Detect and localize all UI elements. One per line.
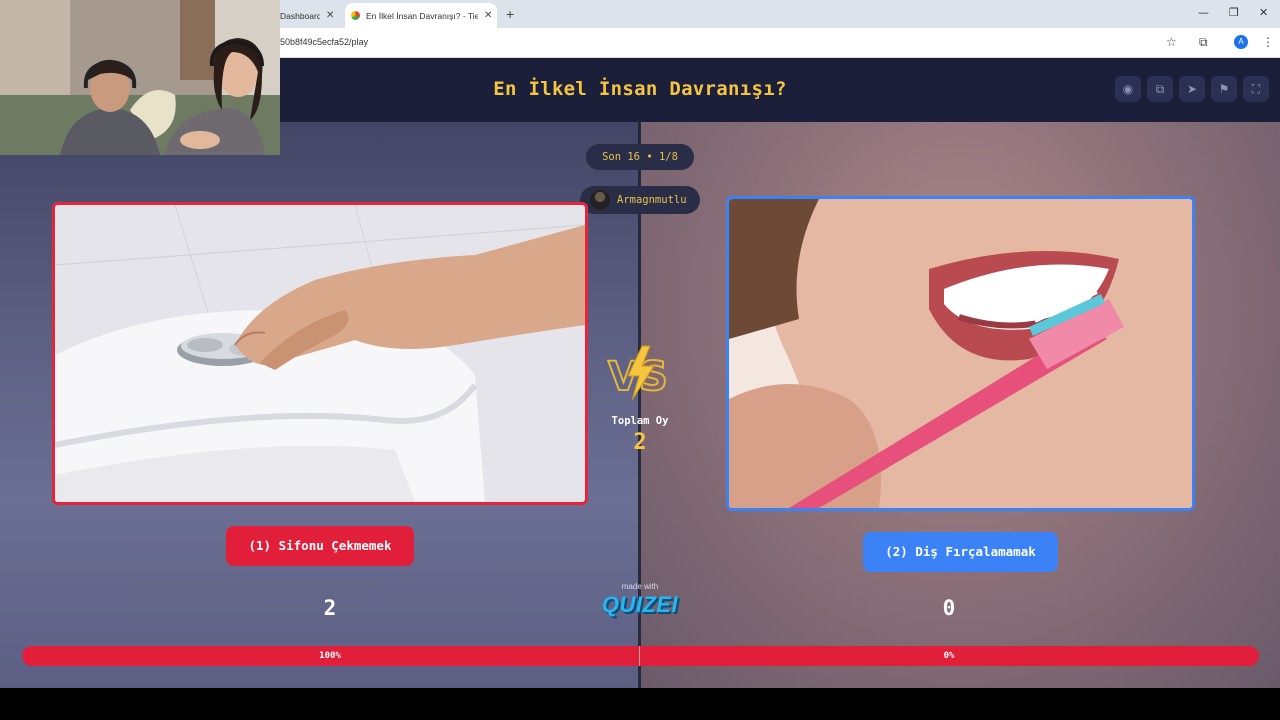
close-tab-icon[interactable]: ✕ bbox=[484, 10, 492, 21]
profile-avatar[interactable]: A bbox=[1234, 35, 1248, 49]
menu-icon[interactable]: ⋮ bbox=[1262, 35, 1274, 49]
option-2-percent: 0% bbox=[943, 651, 955, 661]
option-2-button[interactable]: (2) Diş Fırçalamamak bbox=[863, 532, 1058, 572]
tab-dashboard[interactable]: Dashboard ✕ bbox=[280, 3, 340, 28]
flag-icon[interactable]: ⚑ bbox=[1211, 76, 1237, 102]
close-tab-icon[interactable]: ✕ bbox=[326, 10, 334, 21]
author-avatar bbox=[590, 190, 610, 210]
option-1-votes: 2 bbox=[323, 596, 337, 620]
brand-logo[interactable]: QUIZEI bbox=[590, 592, 690, 618]
copy-icon[interactable]: ⧉ bbox=[1147, 76, 1173, 102]
tab-quiz[interactable]: En İlkel İnsan Davranışı? - Tier L ✕ bbox=[345, 3, 497, 28]
option-2-card[interactable] bbox=[726, 196, 1195, 511]
option-1-percent: 100% bbox=[319, 651, 341, 661]
option-1-card[interactable] bbox=[52, 202, 588, 505]
restore-icon[interactable]: ❐ bbox=[1229, 6, 1239, 19]
new-tab-button[interactable]: + bbox=[506, 6, 514, 22]
bottom-black-bar bbox=[0, 688, 1280, 720]
author-name: Armagnmutlu bbox=[617, 194, 687, 206]
extensions-icon[interactable]: ⧉ bbox=[1199, 35, 1208, 50]
option-1-progress-fill bbox=[22, 646, 1259, 666]
webcam-overlay bbox=[0, 0, 280, 155]
star-icon[interactable]: ☆ bbox=[1166, 35, 1177, 49]
tab-title: En İlkel İnsan Davranışı? - Tier L bbox=[366, 10, 478, 21]
favicon-icon bbox=[351, 11, 360, 20]
made-with-label: made with bbox=[621, 582, 659, 591]
option-1-button[interactable]: (1) Sifonu Çekmemek bbox=[226, 526, 414, 566]
share-icon[interactable]: ➤ bbox=[1179, 76, 1205, 102]
progress-midline bbox=[639, 646, 640, 666]
vs-icon: VS bbox=[604, 342, 676, 404]
round-indicator: Son 16 • 1/8 bbox=[586, 144, 694, 170]
tab-title: Dashboard bbox=[280, 10, 320, 21]
author-badge[interactable]: Armagnmutlu bbox=[580, 186, 700, 214]
eye-icon[interactable]: ◉ bbox=[1115, 76, 1141, 102]
webcam-feed-image bbox=[0, 0, 280, 155]
total-votes-value: 2 bbox=[633, 430, 647, 455]
tooth-brushing-image bbox=[729, 199, 1192, 508]
url-field[interactable]: 50b8f49c5ecfa52/play bbox=[280, 37, 368, 47]
close-window-icon[interactable]: ✕ bbox=[1259, 6, 1268, 19]
option-2-votes: 0 bbox=[942, 596, 956, 620]
total-votes-label: Toplam Oy bbox=[611, 415, 669, 427]
minimize-icon[interactable]: — bbox=[1198, 6, 1209, 19]
fullscreen-icon[interactable]: ⛶ bbox=[1243, 76, 1269, 102]
vote-progress-bar: 100% 0% bbox=[22, 646, 1259, 666]
toilet-flush-image bbox=[55, 205, 585, 502]
